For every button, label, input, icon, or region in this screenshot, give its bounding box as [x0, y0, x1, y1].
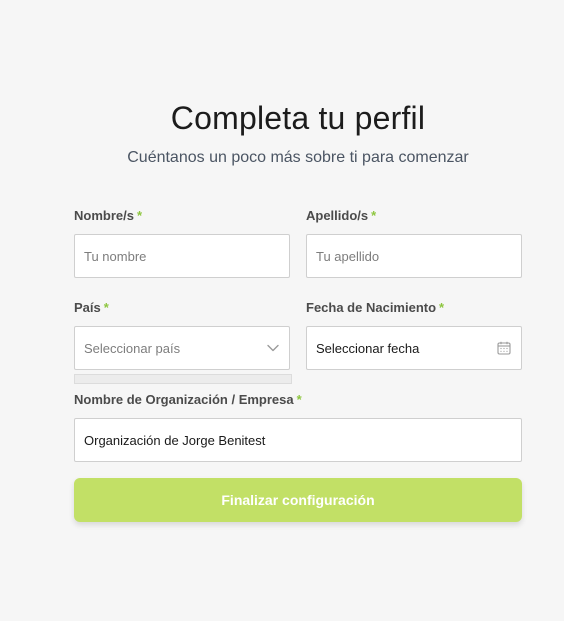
required-mark: *	[296, 392, 302, 407]
organization-label: Nombre de Organización / Empresa *	[74, 392, 302, 407]
last-name-label-text: Apellido/s	[306, 208, 369, 223]
country-placeholder: Seleccionar país	[84, 340, 181, 356]
organization-value: Organización de Jorge Benitest	[84, 432, 266, 448]
country-label: País *	[74, 300, 109, 315]
required-mark: *	[136, 208, 143, 223]
birth-date-label: Fecha de Nacimiento *	[306, 300, 444, 315]
first-name-label-text: Nombre/s	[74, 208, 134, 223]
required-mark: *	[103, 300, 109, 315]
country-select[interactable]: Seleccionar país	[74, 326, 290, 370]
birth-date-value: Seleccionar fecha	[316, 340, 420, 356]
calendar-icon[interactable]	[497, 341, 511, 355]
first-name-label: Nombre/s *	[74, 208, 142, 223]
required-mark: *	[439, 300, 445, 315]
last-name-field[interactable]: Tu apellido	[306, 234, 522, 278]
last-name-placeholder: Tu apellido	[316, 248, 380, 264]
page-title: Completa tu perfil	[170, 100, 426, 136]
birth-date-label-text: Fecha de Nacimiento	[306, 300, 437, 315]
first-name-placeholder: Tu nombre	[84, 248, 147, 264]
organization-label-text: Nombre de Organización / Empresa	[74, 392, 294, 407]
page-subtitle: Cuéntanos un poco más sobre ti para come…	[127, 149, 469, 166]
required-mark: *	[371, 208, 377, 223]
finish-setup-button[interactable]: Finalizar configuración	[74, 478, 522, 522]
chevron-down-icon	[267, 344, 279, 352]
organization-field[interactable]: Organización de Jorge Benitest	[74, 418, 522, 462]
birth-date-picker[interactable]: Seleccionar fecha	[306, 326, 522, 370]
first-name-field[interactable]: Tu nombre	[74, 234, 290, 278]
last-name-label: Apellido/s *	[306, 208, 376, 223]
country-label-text: País	[74, 300, 101, 315]
country-dropdown-panel	[74, 374, 292, 384]
